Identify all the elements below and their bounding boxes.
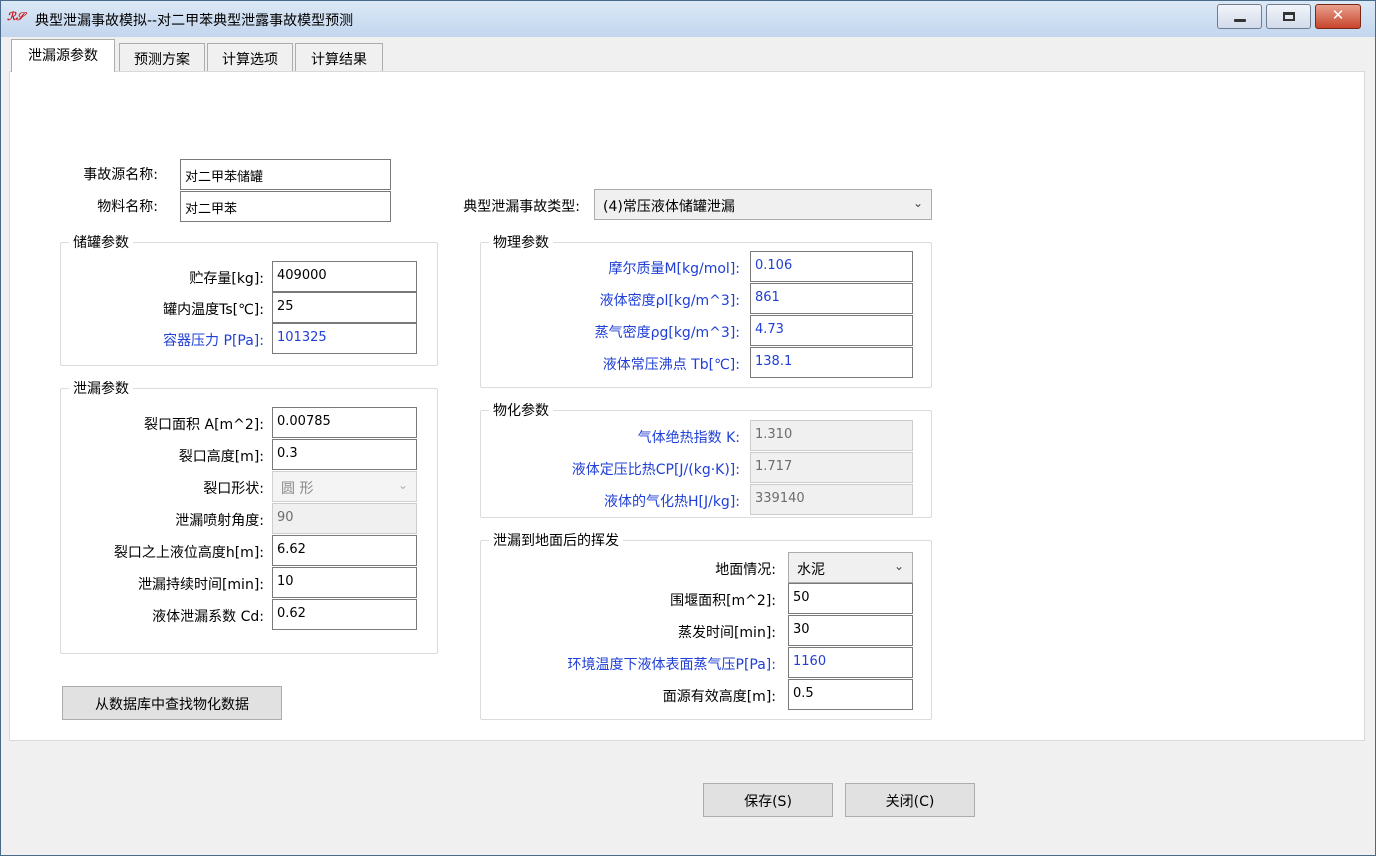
title-bar[interactable]: ℛ𝒮 典型泄漏事故模拟--对二甲苯典型泄露事故模型预测 ✕ [1, 1, 1375, 37]
vapor-pressure-label: 环境温度下液体表面蒸气压P[Pa]: [567, 657, 776, 673]
minimize-button[interactable] [1217, 4, 1262, 29]
ground-type-select[interactable]: 水泥 ⌄ [788, 552, 913, 583]
maximize-button[interactable] [1266, 4, 1311, 29]
source-name-input[interactable]: 对二甲苯储罐 [180, 159, 391, 190]
maximize-icon [1283, 12, 1295, 21]
adiabatic-index-input[interactable]: 1.310 [750, 420, 913, 451]
close-window-button[interactable]: ✕ [1315, 4, 1361, 29]
source-height-input[interactable]: 0.5 [788, 679, 913, 710]
window-title: 典型泄漏事故模拟--对二甲苯典型泄露事故模型预测 [35, 13, 354, 29]
liquid-density-label: 液体密度ρl[kg/m^3]: [599, 293, 740, 309]
app-window: ℛ𝒮 典型泄漏事故模拟--对二甲苯典型泄露事故模型预测 ✕ 泄漏源参数 预测方案… [0, 0, 1376, 856]
storage-amount-label: 贮存量[kg]: [189, 271, 264, 287]
boiling-point-label: 液体常压沸点 Tb[℃]: [602, 357, 740, 373]
source-height-label: 面源有效高度[m]: [662, 689, 776, 705]
chemical-params-title: 物化参数 [489, 400, 553, 420]
bottom-button-bar: 保存(S) 关闭(C) [7, 745, 1369, 849]
tank-params-title: 储罐参数 [69, 232, 133, 252]
crack-shape-label: 裂口形状: [203, 481, 264, 497]
ground-type-label: 地面情况: [715, 562, 776, 578]
molar-mass-label: 摩尔质量M[kg/mol]: [608, 261, 740, 277]
close-icon: ✕ [1331, 6, 1345, 24]
evaporation-title: 泄漏到地面后的挥发 [489, 530, 623, 550]
tank-temp-input[interactable]: 25 [272, 292, 417, 323]
ground-type-value: 水泥 [797, 562, 825, 578]
rs-logo-icon: ℛ𝒮 [7, 11, 25, 23]
material-name-input[interactable]: 对二甲苯 [180, 191, 391, 222]
tab-calc-results[interactable]: 计算结果 [295, 43, 383, 71]
tank-temp-label: 罐内温度Ts[℃]: [163, 302, 264, 318]
accident-type-label: 典型泄漏事故类型: [463, 199, 580, 215]
liquid-level-label: 裂口之上液位高度h[m]: [113, 545, 264, 561]
adiabatic-index-label: 气体绝热指数 K: [637, 430, 740, 446]
dike-area-label: 围堰面积[m^2]: [670, 593, 776, 609]
crack-shape-select[interactable]: 圆 形 ⌄ [272, 471, 417, 502]
material-name-label: 物料名称: [97, 199, 158, 215]
vessel-pressure-input[interactable]: 101325 [272, 323, 417, 354]
chevron-down-icon: ⌄ [397, 478, 408, 492]
leak-coefficient-label: 液体泄漏系数 Cd: [152, 609, 264, 625]
crack-height-label: 裂口高度[m]: [178, 449, 264, 465]
leak-duration-input[interactable]: 10 [272, 567, 417, 598]
tab-calc-options[interactable]: 计算选项 [207, 43, 293, 71]
crack-area-label: 裂口面积 A[m^2]: [144, 417, 264, 433]
vessel-pressure-label: 容器压力 P[Pa]: [163, 333, 264, 349]
leak-coefficient-input[interactable]: 0.62 [272, 599, 417, 630]
physical-params-title: 物理参数 [489, 232, 553, 252]
chevron-down-icon: ⌄ [912, 196, 923, 210]
chevron-down-icon: ⌄ [893, 559, 904, 573]
crack-area-input[interactable]: 0.00785 [272, 407, 417, 438]
tab-page-leak-source: 事故源名称: 对二甲苯储罐 物料名称: 对二甲苯 典型泄漏事故类型: (4)常压… [9, 71, 1365, 741]
save-button[interactable]: 保存(S) [703, 783, 833, 817]
dike-area-input[interactable]: 50 [788, 583, 913, 614]
accident-type-select[interactable]: (4)常压液体储罐泄漏 ⌄ [594, 189, 932, 220]
storage-amount-input[interactable]: 409000 [272, 261, 417, 292]
evaporation-time-input[interactable]: 30 [788, 615, 913, 646]
vaporization-heat-input[interactable]: 339140 [750, 484, 913, 515]
leak-duration-label: 泄漏持续时间[min]: [137, 577, 264, 593]
vapor-density-label: 蒸气密度ρg[kg/m^3]: [594, 325, 740, 341]
molar-mass-input[interactable]: 0.106 [750, 251, 913, 282]
leak-params-title: 泄漏参数 [69, 378, 133, 398]
vaporization-heat-label: 液体的气化热H[J/kg]: [603, 494, 740, 510]
lookup-db-button[interactable]: 从数据库中查找物化数据 [62, 686, 282, 720]
vapor-density-input[interactable]: 4.73 [750, 315, 913, 346]
specific-heat-input[interactable]: 1.717 [750, 452, 913, 483]
jet-angle-input[interactable]: 90 [272, 503, 417, 534]
evaporation-time-label: 蒸发时间[min]: [677, 625, 776, 641]
crack-shape-value: 圆 形 [281, 481, 314, 497]
liquid-density-input[interactable]: 861 [750, 283, 913, 314]
liquid-level-input[interactable]: 6.62 [272, 535, 417, 566]
client-area: 泄漏源参数 预测方案 计算选项 计算结果 事故源名称: 对二甲苯储罐 物料名称:… [7, 37, 1369, 849]
minimize-icon [1234, 19, 1246, 22]
tab-leak-source[interactable]: 泄漏源参数 [11, 39, 115, 72]
source-name-label: 事故源名称: [83, 167, 158, 183]
close-button[interactable]: 关闭(C) [845, 783, 975, 817]
vapor-pressure-input[interactable]: 1160 [788, 647, 913, 678]
boiling-point-input[interactable]: 138.1 [750, 347, 913, 378]
tab-prediction-plan[interactable]: 预测方案 [119, 43, 205, 71]
specific-heat-label: 液体定压比热CP[J/(kg·K)]: [571, 462, 740, 478]
crack-height-input[interactable]: 0.3 [272, 439, 417, 470]
jet-angle-label: 泄漏喷射角度: [175, 513, 264, 529]
accident-type-value: (4)常压液体储罐泄漏 [603, 199, 735, 215]
